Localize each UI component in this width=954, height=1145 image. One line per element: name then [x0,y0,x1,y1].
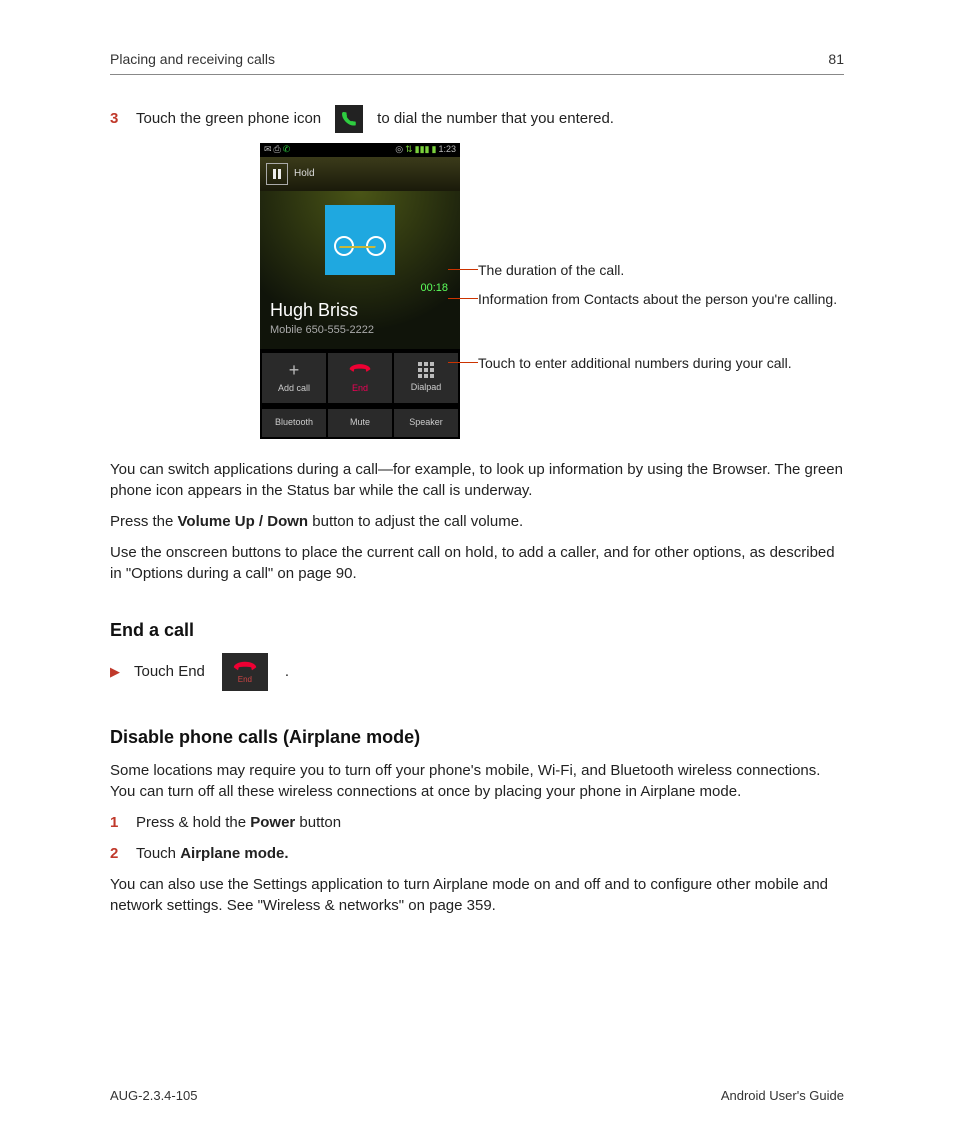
plus-icon: + [289,361,300,379]
end-chip-label: End [238,674,252,685]
header-page: 81 [828,50,844,70]
airplane-step-2: 2 Touch Airplane mode. [110,843,844,864]
callout-duration: The duration of the call. [478,261,837,281]
step-number: 2 [110,843,122,864]
bluetooth-label: Bluetooth [275,416,313,429]
green-phone-icon [335,105,363,133]
add-call-label: Add call [278,382,310,395]
heading-airplane: Disable phone calls (Airplane mode) [110,725,844,750]
step-number: 1 [110,812,122,833]
dialpad-button[interactable]: Dialpad [394,353,458,403]
end-call-chip-icon [230,659,260,673]
para-airplane-settings: You can also use the Settings applicatio… [110,874,844,916]
step-3: 3 Touch the green phone icon to dial the… [110,105,844,133]
footer-left: AUG-2.3.4-105 [110,1087,197,1105]
status-bar: ✉⎙✆ ◎⇅▮▮▮▮1:23 [260,143,460,157]
airplane-step-1: 1 Press & hold the Power button [110,812,844,833]
step-number: 3 [110,108,122,129]
end-call-step: ▶ Touch End End . [110,653,844,691]
status-wifi-icon: ⇅ [405,143,413,156]
step-3-text-a: Touch the green phone icon [136,108,321,129]
add-call-button[interactable]: + Add call [262,353,326,403]
header-section: Placing and receiving calls [110,50,275,70]
para-switch-apps: You can switch applications during a cal… [110,459,844,501]
mute-label: Mute [350,416,370,429]
callout-contact: Information from Contacts about the pers… [478,290,837,310]
step-3-text-b: to dial the number that you entered. [377,108,614,129]
hold-bar[interactable]: Hold [260,157,460,191]
pause-icon [266,163,288,185]
para-volume: Press the Volume Up / Down button to adj… [110,511,844,532]
status-mail-icon: ✉ [264,143,272,156]
end-call-label: End [352,382,368,395]
speaker-label: Speaker [409,416,443,429]
end-call-text: Touch End [134,661,205,682]
heading-end-call: End a call [110,618,844,643]
status-signal-icon: ▮▮▮ [415,143,430,156]
status-time: 1:23 [438,143,456,156]
contact-number: Mobile 650-555-2222 [270,323,450,338]
call-panel: 00:18 Hugh Briss Mobile 650-555-2222 [260,191,460,349]
dialpad-label: Dialpad [411,381,442,394]
status-usb-icon: ⎙ [274,143,281,156]
hold-label: Hold [294,167,315,181]
status-battery-icon: ▮ [432,143,437,156]
status-phone-icon: ✆ [283,143,291,156]
para-airplane-intro: Some locations may require you to turn o… [110,760,844,802]
end-call-period: . [285,661,289,682]
end-call-chip: End [222,653,268,691]
end-call-icon [347,361,373,379]
contact-avatar [325,205,395,275]
footer-right: Android User's Guide [721,1087,844,1105]
callout-dialpad: Touch to enter additional numbers during… [478,354,837,374]
para-options: Use the onscreen buttons to place the cu… [110,542,844,584]
callout-column: The duration of the call. Information fr… [478,143,837,439]
status-target-icon: ◎ [395,143,403,156]
contact-name: Hugh Briss [270,298,450,323]
mute-button[interactable]: Mute [328,409,392,437]
speaker-button[interactable]: Speaker [394,409,458,437]
phone-screenshot: ✉⎙✆ ◎⇅▮▮▮▮1:23 Hold 00:18 Hugh Briss Mob… [260,143,460,439]
triangle-bullet-icon: ▶ [110,663,120,681]
bluetooth-button[interactable]: Bluetooth [262,409,326,437]
call-duration: 00:18 [270,281,448,296]
end-call-button[interactable]: End [328,353,392,403]
dialpad-icon [418,362,434,378]
